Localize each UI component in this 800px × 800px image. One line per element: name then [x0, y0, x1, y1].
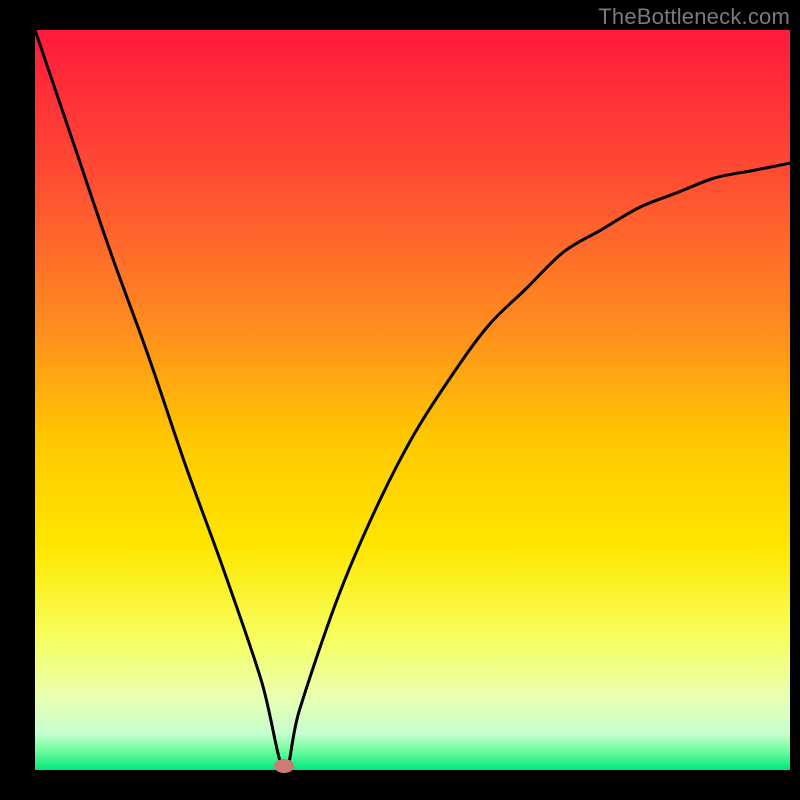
- chart-frame: TheBottleneck.com: [0, 0, 800, 800]
- optimal-point-marker: [274, 759, 294, 773]
- plot-background: [35, 30, 790, 770]
- bottleneck-chart: [0, 0, 800, 800]
